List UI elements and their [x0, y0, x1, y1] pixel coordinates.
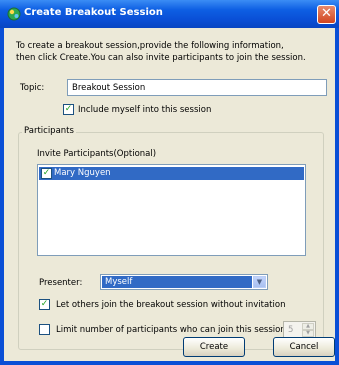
topic-input[interactable]: Breakout Session	[67, 79, 327, 96]
spin-up-icon[interactable]: ▲	[302, 323, 314, 330]
spin-down-icon[interactable]: ▼	[302, 330, 314, 337]
participant-name: Mary Nguyen	[54, 168, 111, 178]
presenter-label: Presenter:	[39, 278, 83, 288]
topic-label: Topic:	[20, 83, 45, 93]
presenter-value: Myself	[102, 276, 252, 288]
participant-checkbox[interactable]: ✓	[41, 168, 52, 179]
close-icon[interactable]: ✕	[317, 5, 336, 24]
title-bar[interactable]: Create Breakout Session ✕	[0, 0, 339, 28]
intro-line-2: then click Create.You can also invite pa…	[16, 53, 306, 63]
participants-list[interactable]: ✓ Mary Nguyen	[37, 164, 306, 256]
presenter-select[interactable]: Myself ▼	[100, 274, 268, 290]
create-button[interactable]: Create	[183, 337, 245, 357]
limit-checkbox[interactable]	[39, 324, 50, 335]
dialog-body: To create a breakout session,provide the…	[4, 28, 335, 361]
list-item[interactable]: ✓ Mary Nguyen	[39, 167, 304, 180]
limit-label: Limit number of participants who can joi…	[56, 325, 289, 335]
window-title: Create Breakout Session	[24, 7, 163, 18]
app-icon	[7, 7, 21, 21]
participants-group-title: Participants	[22, 126, 76, 136]
dialog-window: Create Breakout Session ✕ To create a br…	[0, 0, 339, 365]
limit-value: 5	[288, 325, 294, 335]
let-others-checkbox[interactable]: ✓	[39, 299, 50, 310]
intro-text: To create a breakout session,provide the…	[16, 40, 331, 64]
let-others-label: Let others join the breakout session wit…	[56, 300, 286, 310]
cancel-button[interactable]: Cancel	[273, 337, 335, 357]
intro-line-1: To create a breakout session,provide the…	[16, 41, 284, 51]
invite-label: Invite Participants(Optional)	[37, 149, 157, 159]
chevron-down-icon[interactable]: ▼	[253, 276, 266, 288]
include-myself-checkbox[interactable]: ✓	[63, 104, 74, 115]
include-myself-label: Include myself into this session	[78, 105, 212, 115]
